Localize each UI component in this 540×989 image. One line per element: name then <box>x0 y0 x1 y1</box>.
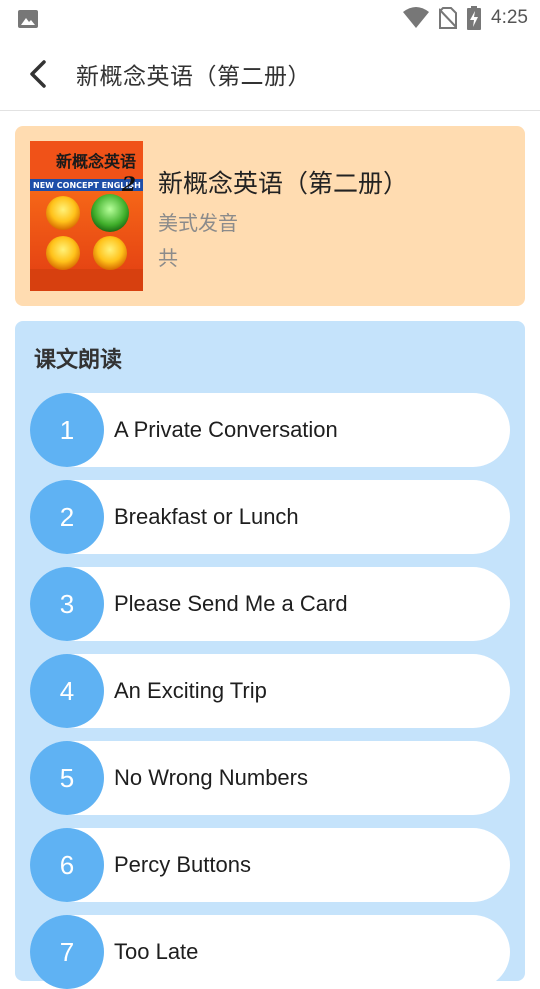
page-title: 新概念英语（第二册） <box>76 64 311 90</box>
lesson-number-badge: 3 <box>30 567 104 641</box>
image-notification-icon <box>18 10 38 28</box>
lesson-item-1[interactable]: 1 A Private Conversation <box>30 393 510 467</box>
no-sim-icon <box>439 7 458 29</box>
battery-charging-icon <box>467 6 482 30</box>
lesson-item-6[interactable]: 6 Percy Buttons <box>30 828 510 902</box>
back-button[interactable] <box>18 54 58 94</box>
lesson-number-badge: 6 <box>30 828 104 902</box>
back-arrow-icon <box>30 60 46 88</box>
book-title: 新概念英语（第二册） <box>158 169 409 198</box>
status-time: 4:25 <box>491 7 528 28</box>
lesson-number-badge: 2 <box>30 480 104 554</box>
lesson-title: Too Late <box>114 939 199 964</box>
book-pronunciation: 美式发音 <box>158 211 238 235</box>
lesson-number-badge: 4 <box>30 654 104 728</box>
status-bar: 4:25 <box>0 0 540 36</box>
lesson-number-badge: 7 <box>30 915 104 989</box>
book-cover-image: 新概念英语 NEW CONCEPT ENGLISH 2 <box>30 141 143 291</box>
lesson-number-badge: 1 <box>30 393 104 467</box>
lesson-title: Please Send Me a Card <box>114 591 348 616</box>
lesson-title: Percy Buttons <box>114 852 251 877</box>
book-lesson-count: 共 <box>158 246 178 270</box>
lesson-item-5[interactable]: 5 No Wrong Numbers <box>30 741 510 815</box>
cover-volume-number: 2 <box>121 172 136 196</box>
wifi-icon <box>403 7 430 28</box>
lesson-item-4[interactable]: 4 An Exciting Trip <box>30 654 510 728</box>
lesson-title: No Wrong Numbers <box>114 765 308 790</box>
section-title: 课文朗读 <box>34 348 123 373</box>
lesson-item-3[interactable]: 3 Please Send Me a Card <box>30 567 510 641</box>
cover-title-text: 新概念英语 <box>56 152 136 171</box>
lesson-title: Breakfast or Lunch <box>114 504 299 529</box>
lesson-number-badge: 5 <box>30 741 104 815</box>
book-info-card: 新概念英语 NEW CONCEPT ENGLISH 2 新概念英语（第二册） 美… <box>15 126 525 306</box>
lessons-panel: 课文朗读 1 A Private Conversation 2 Breakfas… <box>15 321 525 989</box>
lesson-title: A Private Conversation <box>114 417 338 442</box>
lesson-title: An Exciting Trip <box>114 678 267 703</box>
lesson-item-2[interactable]: 2 Breakfast or Lunch <box>30 480 510 554</box>
app-bar: 新概念英语（第二册） <box>0 36 540 111</box>
lesson-item-7[interactable]: 7 Too Late <box>30 915 510 989</box>
